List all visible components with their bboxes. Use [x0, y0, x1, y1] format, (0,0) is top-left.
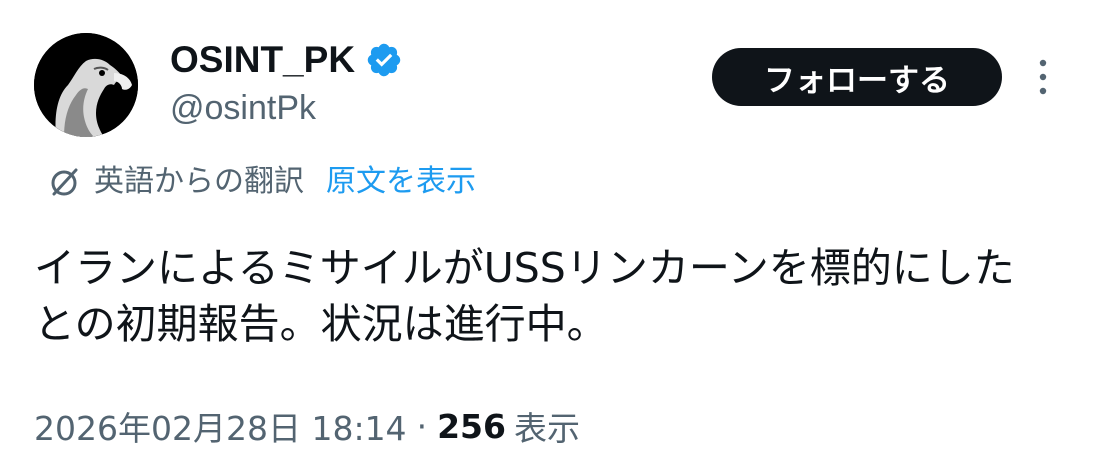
- tweet-card: OSINT_PK @osintPk フォローする 英語からの翻訳 原文を表示 イ…: [0, 0, 1096, 467]
- verified-badge-icon[interactable]: [365, 41, 403, 79]
- tweet-text: イランによるミサイルがUSSリンカーンを標的にしたとの初期報告。状況は進行中。: [34, 244, 1015, 348]
- show-original-link[interactable]: 原文を表示: [326, 160, 476, 204]
- more-options-icon[interactable]: [1026, 54, 1060, 100]
- translation-bar: 英語からの翻訳 原文を表示: [46, 160, 476, 204]
- translate-icon: [46, 164, 82, 200]
- translated-from-label: 英語からの翻訳: [94, 164, 304, 199]
- view-count: 256: [437, 406, 506, 446]
- views-label: 表示: [513, 409, 580, 448]
- follow-button[interactable]: フォローする: [712, 48, 1002, 106]
- tweet-timestamp[interactable]: 2026年02月28日 18:14: [34, 402, 407, 450]
- author-handle[interactable]: @osintPk: [170, 86, 316, 130]
- eagle-avatar-icon: [34, 33, 138, 137]
- author-name-row: OSINT_PK: [170, 38, 403, 82]
- author-display-name[interactable]: OSINT_PK: [170, 38, 355, 82]
- author-avatar[interactable]: [34, 33, 138, 137]
- meta-separator: ·: [416, 406, 428, 446]
- tweet-meta: 2026年02月28日 18:14 · 256 表示: [34, 400, 580, 452]
